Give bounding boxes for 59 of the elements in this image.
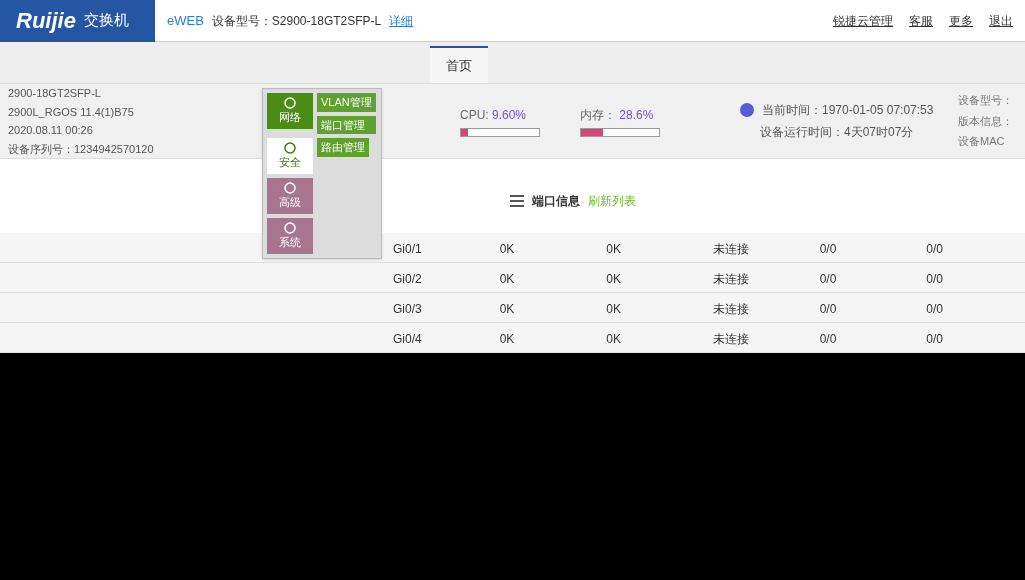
nav-tab[interactable]: 首页 — [430, 45, 488, 83]
circle-icon — [284, 96, 296, 109]
uptime-text: 设备运行时间：4天07时07分 — [759, 124, 915, 141]
table-cell-text: 0K — [498, 331, 516, 348]
stat-label: CPU: 9.60% — [460, 106, 527, 124]
device-info-text: 2020.08.11 00:26 — [8, 123, 94, 138]
table-cell-text: Gi0/2 — [392, 271, 423, 288]
header-link[interactable]: 更多 — [949, 11, 973, 30]
header-link[interactable]: 锐捷云管理 — [833, 11, 893, 30]
circle-icon — [284, 221, 296, 234]
menu-item[interactable]: VLAN管理 — [317, 93, 376, 112]
current-time: 当前时间：1970-01-05 07:07:53 — [762, 102, 934, 119]
table-cell-text: 0K — [498, 241, 516, 258]
table-cell-text: 0/0 — [925, 301, 944, 318]
info-label: 设备MAC — [958, 134, 1006, 150]
refresh-link[interactable]: 刷新列表 — [588, 192, 636, 210]
table-cell-text: 0/0 — [818, 331, 838, 348]
menu-category[interactable]: 网络 — [267, 93, 313, 129]
table-cell-text: 0K — [605, 271, 622, 288]
info-label: 设备型号： — [958, 93, 1013, 109]
circle-icon — [284, 141, 296, 154]
table-cell-text: 0K — [498, 301, 516, 318]
table-cell-text: Gi0/1 — [392, 241, 423, 258]
stat-label: 内存： 28.6% — [580, 106, 654, 124]
table-cell-text: 0K — [498, 271, 516, 288]
menu-category[interactable]: 安全 — [267, 138, 313, 174]
list-icon — [510, 195, 524, 207]
table-cell-text: 0/0 — [818, 241, 838, 258]
menu-category[interactable]: 高级 — [267, 178, 313, 214]
circle-icon — [284, 181, 296, 194]
device-info-text: 2900L_RGOS 11.4(1)B75 — [8, 104, 135, 120]
table-cell-text: 0/0 — [818, 301, 838, 318]
menu-category[interactable]: 系统 — [267, 218, 313, 254]
menu-item[interactable]: 路由管理 — [317, 138, 369, 157]
section-title: 端口信息 — [532, 193, 580, 210]
header-link[interactable]: 退出 — [989, 11, 1013, 30]
table-cell-text: 0K — [605, 301, 622, 318]
table-cell-text: 0K — [605, 241, 622, 258]
table-cell-text: 0K — [605, 331, 622, 348]
table-cell-text: Gi0/3 — [392, 301, 423, 318]
menu-item[interactable]: 端口管理 — [317, 115, 376, 134]
table-cell-text: 未连接 — [712, 331, 750, 348]
info-label: 版本信息： — [958, 113, 1013, 129]
brand-logo: Ruijie 交换机 — [0, 0, 155, 42]
device-info-text: 设备序列号：1234942570120 — [8, 141, 155, 157]
table-cell-text: Gi0/4 — [392, 331, 423, 348]
device-model: 设备型号：S2900-18GT2SFP-L — [211, 12, 382, 30]
detail-link[interactable]: 详细 — [389, 11, 414, 30]
table-cell-text: 未连接 — [712, 271, 750, 288]
info-icon — [740, 103, 754, 117]
product-label: eWEB — [167, 11, 204, 30]
header-link[interactable]: 客服 — [909, 11, 933, 30]
table-cell-text: 0/0 — [925, 331, 944, 348]
table-cell-text: 未连接 — [712, 301, 750, 318]
table-cell-text: 0/0 — [925, 271, 944, 288]
device-info-text: 2900-18GT2SFP-L — [8, 86, 102, 101]
table-cell-text: 0/0 — [925, 241, 944, 258]
table-cell-text: 0/0 — [818, 271, 838, 288]
table-cell-text: 未连接 — [712, 241, 750, 258]
